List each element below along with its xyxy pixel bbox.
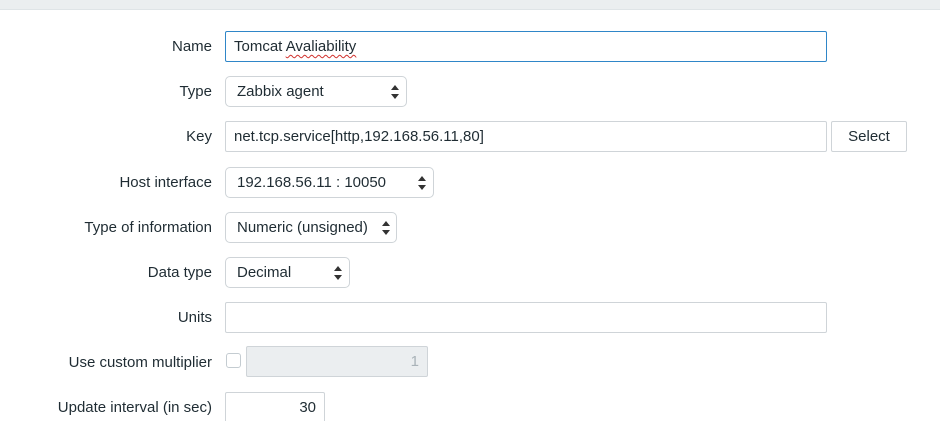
up-down-arrows-icon <box>382 221 390 235</box>
host-interface-selected: 192.168.56.11 : 10050 <box>237 174 387 191</box>
units-label: Units <box>177 309 212 326</box>
units-input[interactable] <box>225 302 827 333</box>
type-selected: Zabbix agent <box>237 83 324 100</box>
key-value: net.tcp.service[http,192.168.56.11,80] <box>234 128 484 145</box>
key-input[interactable]: net.tcp.service[http,192.168.56.11,80] <box>225 121 827 152</box>
host-interface-label: Host interface <box>119 174 212 191</box>
custom-multiplier-checkbox[interactable] <box>226 353 241 368</box>
update-interval-label: Update interval (in sec) <box>57 399 212 416</box>
data-type-select[interactable]: Decimal <box>225 257 350 288</box>
type-label: Type <box>179 83 212 100</box>
up-down-arrows-icon <box>418 176 426 190</box>
data-type-label: Data type <box>147 264 212 281</box>
update-interval-input[interactable]: 30 <box>225 392 325 421</box>
host-interface-select[interactable]: 192.168.56.11 : 10050 <box>225 167 434 198</box>
update-interval-value: 30 <box>299 399 316 416</box>
name-value-misspelled: Avaliability <box>285 38 357 55</box>
custom-multiplier-label: Use custom multiplier <box>68 354 212 371</box>
name-input[interactable]: Tomcat Avaliability <box>225 31 827 62</box>
type-of-information-selected: Numeric (unsigned) <box>237 219 368 236</box>
name-value-prefix: Tomcat <box>234 38 286 55</box>
type-of-information-select[interactable]: Numeric (unsigned) <box>225 212 397 243</box>
key-select-button[interactable]: Select <box>831 121 907 152</box>
type-of-information-label: Type of information <box>84 219 212 236</box>
type-select[interactable]: Zabbix agent <box>225 76 407 107</box>
up-down-arrows-icon <box>334 266 342 280</box>
custom-multiplier-input: 1 <box>246 346 428 377</box>
custom-multiplier-value: 1 <box>410 353 419 370</box>
up-down-arrows-icon <box>391 85 399 99</box>
top-bar <box>0 0 940 10</box>
key-label: Key <box>186 128 212 145</box>
data-type-selected: Decimal <box>237 264 292 281</box>
name-label: Name <box>171 38 212 55</box>
